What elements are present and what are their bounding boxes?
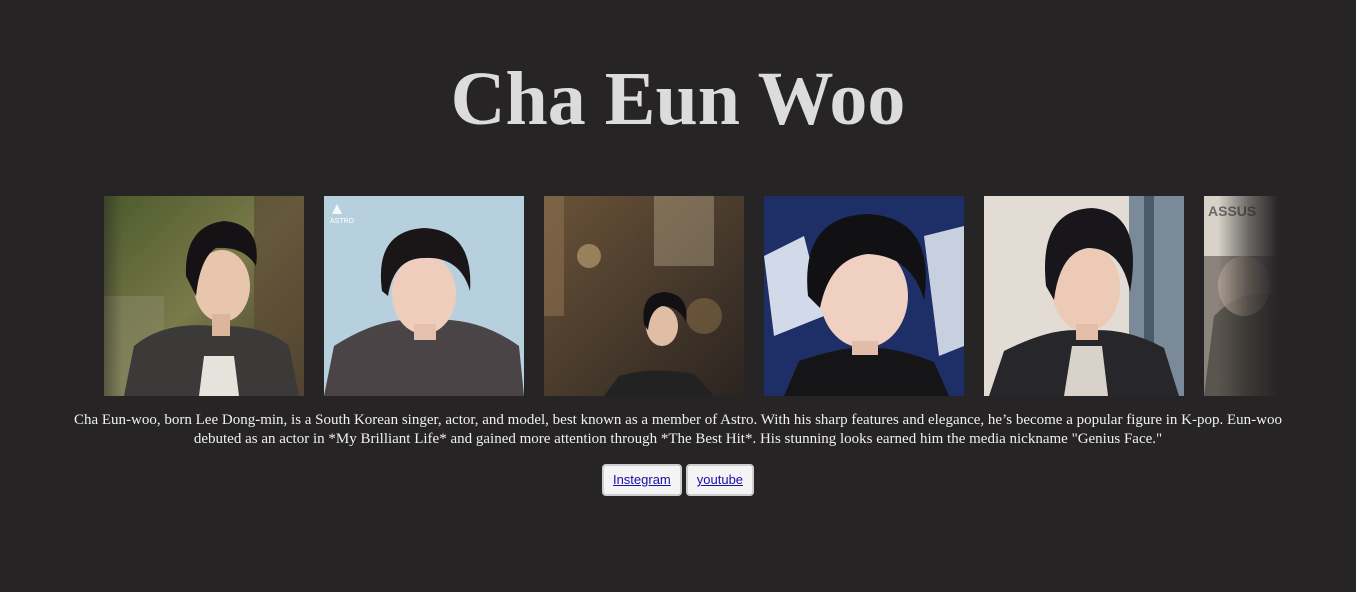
photo-portrait-icon (544, 196, 744, 396)
instagram-link[interactable]: Instegram (601, 464, 682, 496)
gallery-fade-right (1218, 196, 1278, 396)
gallery-photo-3 (544, 196, 744, 396)
bio-paragraph: Cha Eun-woo, born Lee Dong-min, is a Sou… (73, 412, 1282, 447)
photo-portrait-icon (984, 196, 1184, 396)
gallery-fade-left (82, 196, 122, 396)
gallery-photo-5 (984, 196, 1184, 396)
youtube-link[interactable]: youtube (685, 464, 755, 496)
photo-gallery: ASTRO (82, 196, 1278, 396)
social-links: Instegram youtube (0, 464, 1356, 496)
photo-portrait-icon (104, 196, 304, 396)
photo-watermark: ASTRO (330, 218, 355, 225)
page-title: Cha Eun Woo (450, 57, 906, 141)
gallery-photo-4 (764, 196, 964, 396)
gallery-photo-1 (104, 196, 304, 396)
photo-portrait-icon: ASTRO (324, 196, 524, 396)
gallery-photo-2: ASTRO (324, 196, 524, 396)
photo-portrait-icon (764, 196, 964, 396)
